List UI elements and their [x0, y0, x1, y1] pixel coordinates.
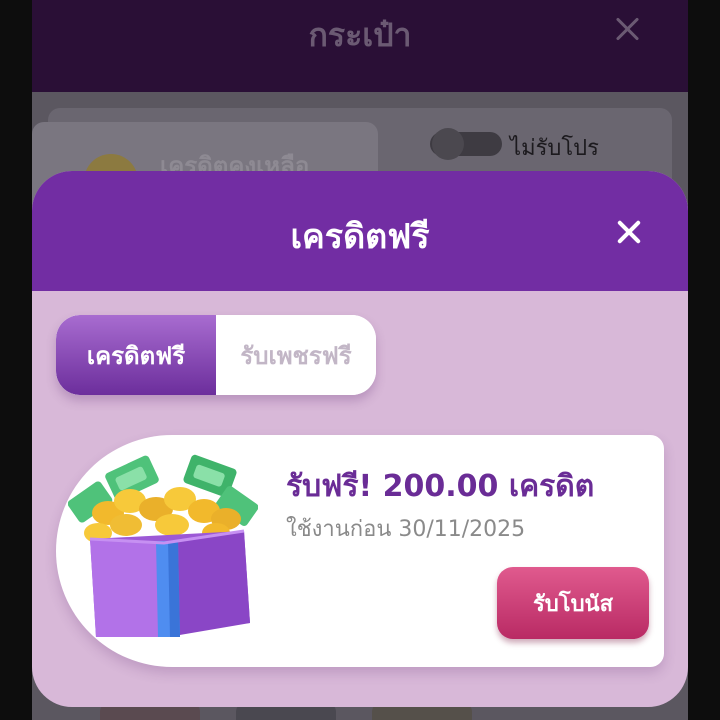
bonus-title: รับฟรี! 200.00 เครดิต	[286, 469, 595, 504]
wallet-title: กระเป๋า	[308, 16, 412, 54]
wallet-close-icon[interactable]	[612, 12, 644, 44]
gift-box-with-coins-icon	[68, 454, 258, 637]
tab-free-credit[interactable]: เครดิตฟรี	[56, 315, 216, 395]
wallet-header: กระเป๋า	[32, 0, 688, 92]
modal-title: เครดิตฟรี	[290, 217, 430, 257]
close-icon[interactable]	[614, 217, 644, 247]
bonus-expiry-date: ใช้งานก่อน 30/11/2025	[286, 517, 526, 542]
tab-free-diamonds[interactable]: รับเพชรฟรี	[216, 315, 376, 395]
free-credit-modal: เครดิตฟรี เครดิตฟรี รับเพชรฟรี รับฟรี! 2…	[32, 171, 688, 707]
claim-bonus-button[interactable]: รับโบนัส	[497, 567, 649, 639]
modal-header: เครดิตฟรี	[32, 171, 688, 291]
tab-bar: เครดิตฟรี รับเพชรฟรี	[56, 315, 376, 395]
promo-toggle-label: ไม่รับโปร	[510, 136, 599, 161]
promo-toggle-knob[interactable]	[432, 128, 464, 160]
